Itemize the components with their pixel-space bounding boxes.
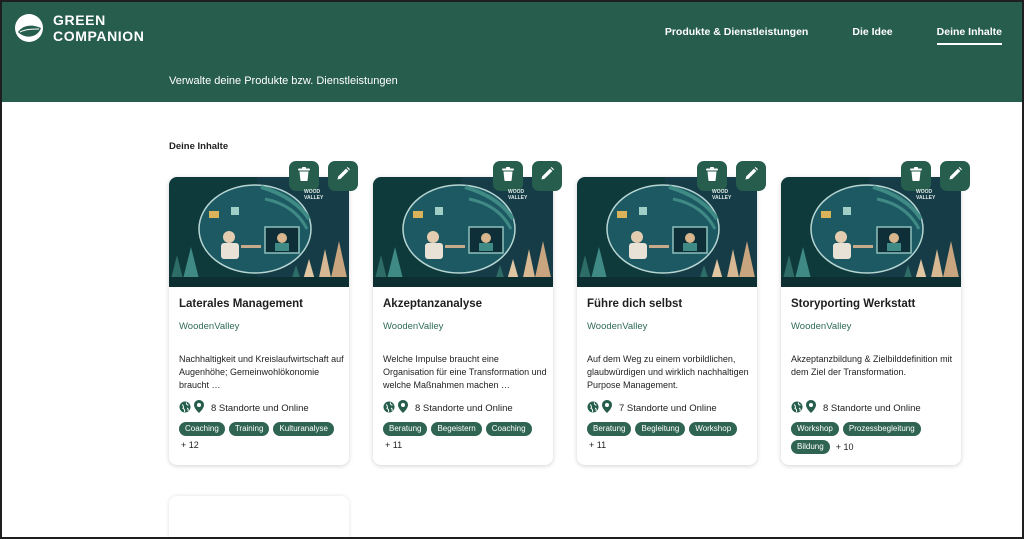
tag: Training bbox=[228, 422, 270, 436]
card-company[interactable]: WoodenValley bbox=[383, 321, 443, 332]
pencil-icon bbox=[337, 167, 350, 185]
card-illustration: WOOD VALLEY bbox=[577, 177, 757, 287]
location-text: 8 Standorte und Online bbox=[823, 402, 921, 414]
tag-list: Beratung Begleitung Workshop + 11 bbox=[587, 422, 752, 454]
card-company[interactable]: WoodenValley bbox=[791, 321, 851, 332]
main-nav: Produkte & Dienstleistungen Die Idee Dei… bbox=[621, 26, 1002, 45]
trash-icon bbox=[910, 166, 922, 186]
location-text: 7 Standorte und Online bbox=[619, 402, 717, 414]
app-frame: GREEN COMPANION Produkte & Dienstleistun… bbox=[0, 0, 1024, 539]
card-title[interactable]: Storyporting Werkstatt bbox=[791, 298, 915, 310]
card-description: Welche Impulse braucht eine Organisation… bbox=[383, 354, 547, 390]
card-description: Nachhaltigkeit und Kreislaufwirtschaft a… bbox=[179, 354, 344, 390]
card-company[interactable]: WoodenValley bbox=[179, 321, 239, 332]
map-pin-icon bbox=[806, 400, 819, 416]
card-location: 8 Standorte und Online bbox=[179, 400, 309, 416]
image-logo: WOOD VALLEY bbox=[712, 189, 732, 201]
tag: Workshop bbox=[689, 422, 738, 436]
location-text: 8 Standorte und Online bbox=[415, 402, 513, 414]
pencil-icon bbox=[949, 167, 962, 185]
content-card[interactable]: WOOD VALLEY Laterales Management WoodenV… bbox=[169, 161, 358, 465]
content-card[interactable]: WOOD VALLEY Storyporting Werkstatt Woode… bbox=[781, 161, 970, 465]
image-logo: WOOD VALLEY bbox=[508, 189, 528, 201]
card-description: Akzeptanzbildung & Zielbilddefinition mi… bbox=[791, 354, 953, 377]
image-logo: WOOD VALLEY bbox=[916, 189, 936, 201]
globe-icon bbox=[791, 401, 806, 416]
leaf-logo-icon bbox=[14, 13, 44, 43]
card-location: 7 Standorte und Online bbox=[587, 400, 717, 416]
card-illustration: WOOD VALLEY bbox=[781, 177, 961, 287]
delete-button[interactable] bbox=[901, 161, 931, 191]
more-tags-count: + 11 bbox=[385, 440, 403, 450]
more-tags-count: + 10 bbox=[835, 442, 854, 452]
card-title[interactable]: Laterales Management bbox=[179, 298, 303, 310]
card-description: Auf dem Weg zu einem vorbildlichen, glau… bbox=[587, 354, 749, 390]
edit-button[interactable] bbox=[940, 161, 970, 191]
tag: Coaching bbox=[179, 422, 225, 436]
map-pin-icon bbox=[602, 400, 615, 416]
brand-line-2: COMPANION bbox=[53, 28, 145, 44]
partial-content-card[interactable] bbox=[169, 496, 349, 537]
tag: Bildung bbox=[791, 440, 830, 454]
globe-icon bbox=[587, 401, 602, 416]
top-header: GREEN COMPANION Produkte & Dienstleistun… bbox=[2, 2, 1022, 102]
tag: Kulturanalyse bbox=[273, 422, 334, 436]
trash-icon bbox=[502, 166, 514, 186]
delete-button[interactable] bbox=[493, 161, 523, 191]
content-card[interactable]: WOOD VALLEY Akzeptanzanalyse WoodenValle… bbox=[373, 161, 562, 465]
brand-name: GREEN COMPANION bbox=[53, 12, 144, 44]
globe-icon bbox=[179, 401, 194, 416]
delete-button[interactable] bbox=[289, 161, 319, 191]
card-illustration: WOOD VALLEY bbox=[169, 177, 349, 287]
tag: Begeistern bbox=[431, 422, 482, 436]
nav-deine-inhalte[interactable]: Deine Inhalte bbox=[936, 26, 1002, 45]
tag: Begleitung bbox=[635, 422, 686, 436]
card-company[interactable]: WoodenValley bbox=[587, 321, 647, 332]
tag: Workshop bbox=[791, 422, 839, 436]
image-logo: WOOD VALLEY bbox=[304, 189, 324, 201]
content-card[interactable]: WOOD VALLEY Führe dich selbst WoodenVall… bbox=[577, 161, 766, 465]
edit-button[interactable] bbox=[736, 161, 766, 191]
card-location: 8 Standorte und Online bbox=[383, 400, 513, 416]
tag-list: Coaching Training Kulturanalyse + 12 bbox=[179, 422, 344, 454]
location-text: 8 Standorte und Online bbox=[211, 402, 309, 414]
more-tags-count: + 11 bbox=[589, 440, 607, 450]
pencil-icon bbox=[541, 167, 554, 185]
brand-logo[interactable]: GREEN COMPANION bbox=[14, 12, 144, 44]
tag-list: Beratung Begeistern Coaching + 11 bbox=[383, 422, 548, 454]
tag-list: Workshop Prozessbegleitung Bildung + 10 bbox=[791, 422, 956, 458]
section-title: Deine Inhalte bbox=[169, 141, 229, 152]
delete-button[interactable] bbox=[697, 161, 727, 191]
card-title[interactable]: Führe dich selbst bbox=[587, 298, 682, 310]
nav-die-idee[interactable]: Die Idee bbox=[852, 26, 892, 45]
card-location: 8 Standorte und Online bbox=[791, 400, 921, 416]
tag: Beratung bbox=[383, 422, 428, 436]
card-illustration: WOOD VALLEY bbox=[373, 177, 553, 287]
map-pin-icon bbox=[398, 400, 411, 416]
pencil-icon bbox=[745, 167, 758, 185]
edit-button[interactable] bbox=[328, 161, 358, 191]
tag: Coaching bbox=[485, 422, 532, 436]
globe-icon bbox=[383, 401, 398, 416]
more-tags-count: + 12 bbox=[181, 440, 199, 450]
nav-products-services[interactable]: Produkte & Dienstleistungen bbox=[665, 26, 809, 45]
map-pin-icon bbox=[194, 400, 207, 416]
tag: Prozessbegleitung bbox=[842, 422, 921, 436]
brand-line-1: GREEN bbox=[53, 12, 106, 28]
page-subtitle: Verwalte deine Produkte bzw. Dienstleist… bbox=[169, 75, 398, 87]
trash-icon bbox=[298, 166, 310, 186]
trash-icon bbox=[706, 166, 718, 186]
edit-button[interactable] bbox=[532, 161, 562, 191]
card-title[interactable]: Akzeptanzanalyse bbox=[383, 298, 482, 310]
tag: Beratung bbox=[587, 422, 632, 436]
